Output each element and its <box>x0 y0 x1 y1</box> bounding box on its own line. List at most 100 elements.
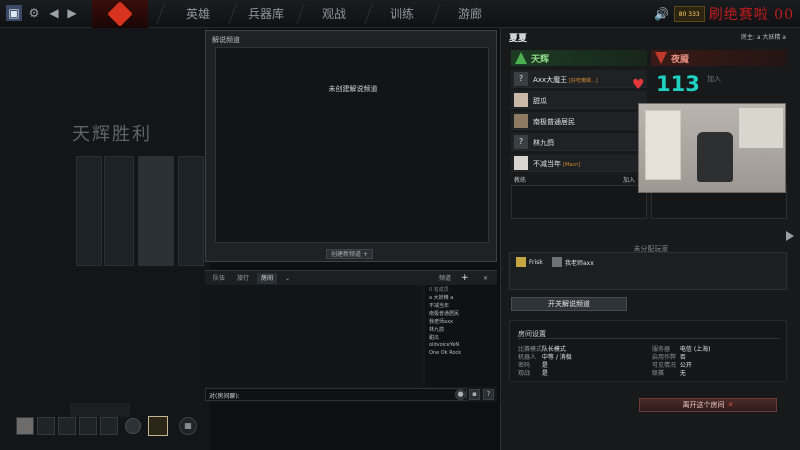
create-channel-button[interactable]: 创建新频道 + <box>326 249 373 259</box>
expand-arrow-icon[interactable] <box>786 231 794 241</box>
chat-log <box>205 285 421 387</box>
channel-empty-text: 未创建解说频道 <box>328 85 378 93</box>
lobby-name: 夏夏 <box>509 34 528 44</box>
nav-tab-arcade[interactable]: 游廊 <box>440 0 500 28</box>
chat-input[interactable]: 对(房间聊): <box>205 388 467 401</box>
unassigned-player[interactable]: Frisk <box>516 257 543 267</box>
back-arrow-icon[interactable]: ◀ <box>46 5 62 21</box>
webcam-overlay <box>638 103 786 193</box>
chat-tabs: 队伍 旅行 房间 ⌄ 频道 + ✕ <box>205 271 497 285</box>
dire-label: 夜魇 <box>671 54 690 65</box>
toggle-commentary-button[interactable]: 开关解说频道 <box>511 297 627 311</box>
chat-member[interactable]: 我老师axx <box>429 318 453 325</box>
webcam-chair <box>697 132 733 182</box>
add-channel-icon[interactable]: + <box>457 273 473 284</box>
post-game-background: 天辉胜利 <box>0 28 210 450</box>
stream-watermark: 刷绝赛啦 00 <box>708 7 794 23</box>
leave-lobby-label: 离开这个房间 <box>682 401 725 409</box>
expand-icon[interactable]: ▪ <box>469 389 480 400</box>
rank-medal-icon[interactable] <box>148 416 168 436</box>
player-name: Frisk <box>529 258 543 266</box>
chat-bubble-icon[interactable]: ▦ <box>179 417 197 435</box>
lobby-settings: 房间设置 比赛模式 队长模式 机器人 中等 / 消极 密码 是 观战 是 服务器… <box>509 320 787 382</box>
radiant-player-slot[interactable]: ? Axx大魔王 [好吃懒做...] <box>511 70 647 88</box>
lobby-panel: 夏夏 房主: a 大妖精 a 天辉 夜魇 ? Axx大魔王 [好吃懒做...] 甜… <box>500 28 800 450</box>
chat-tab-dropdown-icon[interactable]: ⌄ <box>281 273 294 284</box>
commentary-channel-panel: 解说频道 未创建解说频道 创建新频道 + <box>205 30 497 262</box>
coach-join-button[interactable]: 加入 <box>623 175 635 184</box>
radiant-player-slot[interactable]: 南极普通居民 <box>511 112 647 130</box>
party-empty-slot[interactable] <box>79 417 97 435</box>
radiant-team-header: 天辉 <box>511 50 647 66</box>
forward-arrow-icon[interactable]: ▶ <box>64 5 80 21</box>
help-icon[interactable]: ? <box>483 389 494 400</box>
top-right-status: 🔊 80 333 刷绝赛啦 00 <box>654 0 800 28</box>
chat-tab-party[interactable]: 旅行 <box>233 273 253 284</box>
top-nav-bar: ▣ ⚙ ◀ ▶ 英雄 兵器库 观战 训练 游廊 🔊 80 333 刷绝赛啦 00 <box>0 0 800 28</box>
player-avatar <box>552 257 562 267</box>
unassigned-player[interactable]: 我老师axx <box>552 257 594 267</box>
chat-member[interactable]: One Ok Rock <box>429 350 461 356</box>
chat-member[interactable]: 南极普通居民 <box>429 310 459 317</box>
dota-logo-button[interactable] <box>92 0 148 28</box>
channel-panel-title: 解说频道 <box>212 36 240 44</box>
player-avatar <box>516 257 526 267</box>
dashboard-icon[interactable]: ▣ <box>6 5 22 21</box>
chat-panel: 队伍 旅行 房间 ⌄ 频道 + ✕ 0 名成员 a 大妖精 a 不减当年 南极普… <box>205 270 497 402</box>
chat-member[interactable]: 不减当年 <box>429 302 449 309</box>
party-bar: ▦ <box>16 413 197 439</box>
close-icon: ✕ <box>727 401 734 409</box>
player-name: Axx大魔王 [好吃懒做...] <box>533 76 598 84</box>
party-empty-slot[interactable] <box>37 417 55 435</box>
radiant-player-slot[interactable]: 不减当年 [Macn] <box>511 154 647 172</box>
webcam-window <box>739 108 783 148</box>
nav-tab-heroes[interactable]: 英雄 <box>168 0 228 28</box>
heart-icon: ♥ <box>632 77 645 93</box>
webcam-shelf <box>645 110 681 180</box>
chat-member[interactable]: 甜瓜 <box>429 334 439 341</box>
nav-tab-watch[interactable]: 观战 <box>304 0 364 28</box>
hero-portrait <box>104 156 134 266</box>
party-avatar[interactable] <box>16 417 34 435</box>
emoji-icon[interactable]: ● <box>455 389 466 400</box>
unknown-avatar-icon: ? <box>514 72 528 86</box>
heart-rate-value: 113 <box>656 72 700 96</box>
hero-portrait <box>178 156 204 266</box>
chat-channels-label[interactable]: 频道 <box>435 273 455 284</box>
speaker-icon[interactable]: 🔊 <box>654 6 670 22</box>
radiant-player-slot[interactable]: 甜瓜 <box>511 91 647 109</box>
party-settings-icon[interactable] <box>125 418 141 434</box>
gear-icon[interactable]: ⚙ <box>26 5 42 21</box>
player-avatar <box>514 114 528 128</box>
radiant-emblem-icon <box>515 52 527 64</box>
chat-tab-team[interactable]: 队伍 <box>209 273 229 284</box>
party-empty-slot[interactable] <box>58 417 76 435</box>
close-icon[interactable]: ✕ <box>479 273 492 284</box>
dire-join-label: 加入 <box>707 75 721 83</box>
unknown-avatar-icon: ? <box>514 135 528 149</box>
chat-tab-lobby[interactable]: 房间 <box>257 273 278 284</box>
player-name: 南极普通居民 <box>533 118 575 126</box>
hero-portrait <box>76 156 102 266</box>
chat-member-list: 0 名成员 a 大妖精 a 不减当年 南极普通居民 我老师axx 林九鸽 甜瓜 … <box>425 285 497 387</box>
nav-tab-armory[interactable]: 兵器库 <box>236 0 296 28</box>
shards-badge: 80 333 <box>673 6 705 22</box>
radiant-player-slot[interactable]: ? 林九鸽 <box>511 133 647 151</box>
chat-member[interactable]: oldvoiceYeN <box>429 342 459 348</box>
victory-banner: 天辉胜利 <box>72 124 152 145</box>
party-empty-slot[interactable] <box>100 417 118 435</box>
setting-row: 联赛 无 <box>652 370 686 377</box>
leave-lobby-button[interactable]: 离开这个房间 ✕ <box>639 398 777 412</box>
hero-portrait <box>138 156 174 266</box>
player-name: 我老师axx <box>565 259 594 267</box>
radiant-label: 天辉 <box>531 54 550 65</box>
setting-row: 观战 是 <box>518 370 548 377</box>
dire-team-header: 夜魇 <box>651 50 787 66</box>
radiant-coach-slot[interactable] <box>511 185 647 219</box>
dire-emblem-icon <box>655 52 667 64</box>
chat-member[interactable]: a 大妖精 a <box>429 294 453 301</box>
player-name: 林九鸽 <box>533 139 554 147</box>
nav-tab-learn[interactable]: 训练 <box>372 0 432 28</box>
player-avatar <box>514 93 528 107</box>
chat-member[interactable]: 林九鸽 <box>429 326 444 333</box>
